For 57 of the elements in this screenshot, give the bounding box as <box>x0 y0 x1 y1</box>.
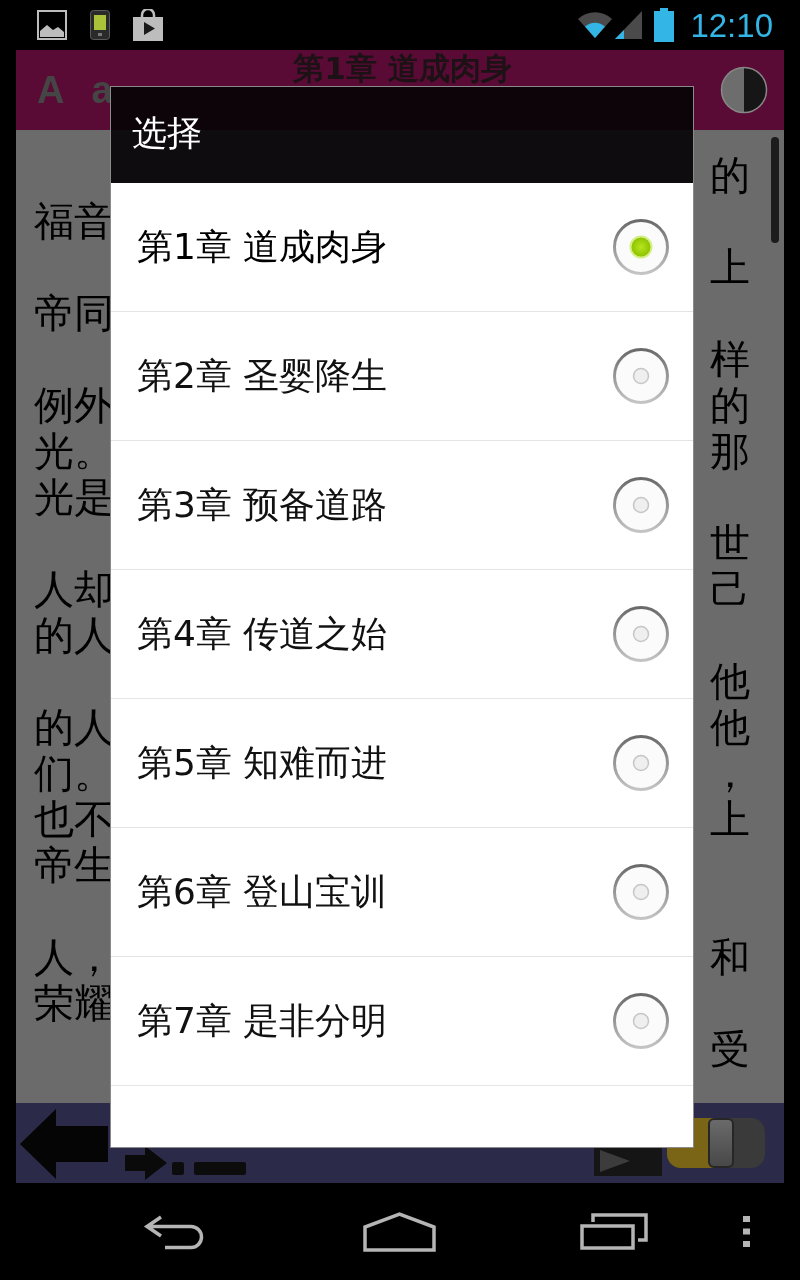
body-text: 和 <box>710 934 750 980</box>
slider-thumb[interactable] <box>707 1118 734 1168</box>
body-text: 人， <box>34 934 114 980</box>
play-icon <box>600 1150 630 1172</box>
body-text: 的 <box>710 152 750 198</box>
body-text: 他 <box>710 704 750 750</box>
body-text: 上 <box>710 244 750 290</box>
body-text: 样 <box>710 336 750 382</box>
body-text: 己 <box>710 566 750 612</box>
radio-button-icon[interactable] <box>613 735 669 791</box>
body-text: 光。 <box>34 428 114 474</box>
home-icon[interactable] <box>363 1211 436 1252</box>
chapter-option[interactable]: 第4章 传道之始 <box>111 570 693 699</box>
body-text: 光是 <box>34 474 114 520</box>
body-text: 他 <box>710 658 750 704</box>
body-text: 例外 <box>34 382 114 428</box>
radio-button-icon[interactable] <box>613 993 669 1049</box>
body-text: ， <box>710 750 750 796</box>
chapter-option[interactable]: 第5章 知难而进 <box>111 699 693 828</box>
radio-button-icon[interactable] <box>613 477 669 533</box>
body-text: 的 <box>710 382 750 428</box>
body-text: 福音 <box>34 198 114 244</box>
body-text: 世 <box>710 520 750 566</box>
body-text: 帝同 <box>34 290 114 336</box>
signal-icon <box>615 11 643 39</box>
body-text: 那 <box>710 428 750 474</box>
radio-button-icon[interactable] <box>613 219 669 275</box>
chapter-option[interactable]: 第1章 道成肉身 <box>111 183 693 312</box>
chapter-title: 第1章 道成肉身 <box>293 52 512 85</box>
chapter-option[interactable]: 第6章 登山宝训 <box>111 828 693 957</box>
body-text: 荣耀 <box>34 980 114 1026</box>
body-text: 们。 <box>34 750 114 796</box>
body-text: 的人 <box>34 612 114 658</box>
dialog-title: 选择 <box>132 113 202 153</box>
chapter-option[interactable]: 第2章 圣婴降生 <box>111 312 693 441</box>
body-text: 受 <box>710 1026 750 1072</box>
shopping-bag-icon <box>133 9 163 41</box>
page-indicator-icon <box>172 1160 246 1176</box>
wifi-icon <box>577 11 614 39</box>
body-text: 也不 <box>34 796 114 842</box>
body-text: 帝生 <box>34 842 114 888</box>
chapter-option[interactable]: 第7章 是非分明 <box>111 957 693 1086</box>
radio-button-icon[interactable] <box>613 348 669 404</box>
menu-icon[interactable] <box>743 1216 750 1247</box>
body-text: 人却 <box>34 566 114 612</box>
radio-button-icon[interactable] <box>613 606 669 662</box>
right-arrow-icon[interactable] <box>125 1146 167 1180</box>
body-text: 上 <box>710 796 750 842</box>
radio-button-icon[interactable] <box>613 864 669 920</box>
contrast-icon[interactable] <box>720 66 768 114</box>
recent-apps-icon[interactable] <box>580 1213 648 1250</box>
picture-icon <box>37 10 67 40</box>
body-text: 的人 <box>34 704 114 750</box>
phone-icon <box>90 10 110 40</box>
battery-icon <box>654 8 675 42</box>
clock-time: 12:10 <box>690 8 773 42</box>
chapter-option[interactable]: 第3章 预备道路 <box>111 441 693 570</box>
